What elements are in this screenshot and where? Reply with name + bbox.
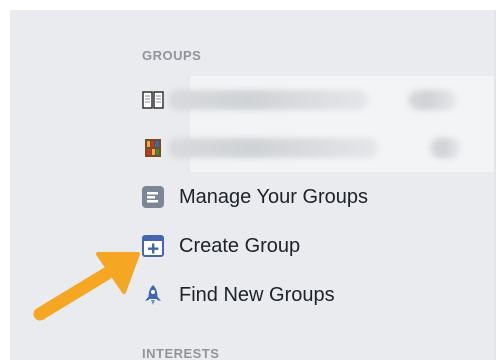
blurred-group-count-1: [408, 90, 456, 110]
pointer-arrow-icon: [33, 252, 140, 321]
blurred-group-count-2: [430, 138, 460, 158]
section-title-groups: GROUPS: [142, 48, 202, 63]
manage-your-groups-link[interactable]: Manage Your Groups: [142, 180, 368, 214]
blurred-group-name-1: [168, 90, 368, 110]
create-group-label: Create Group: [179, 234, 301, 257]
bookshelf-icon: [142, 137, 164, 159]
find-new-groups-label: Find New Groups: [179, 283, 335, 306]
section-title-interests: INTERESTS: [142, 346, 220, 360]
book-icon: [142, 89, 164, 111]
blurred-group-name-2: [168, 138, 378, 158]
create-group-link[interactable]: Create Group: [142, 229, 300, 263]
manage-your-groups-label: Manage Your Groups: [179, 185, 369, 208]
find-new-groups-link[interactable]: Find New Groups: [142, 278, 335, 312]
manage-groups-icon: [142, 186, 164, 208]
